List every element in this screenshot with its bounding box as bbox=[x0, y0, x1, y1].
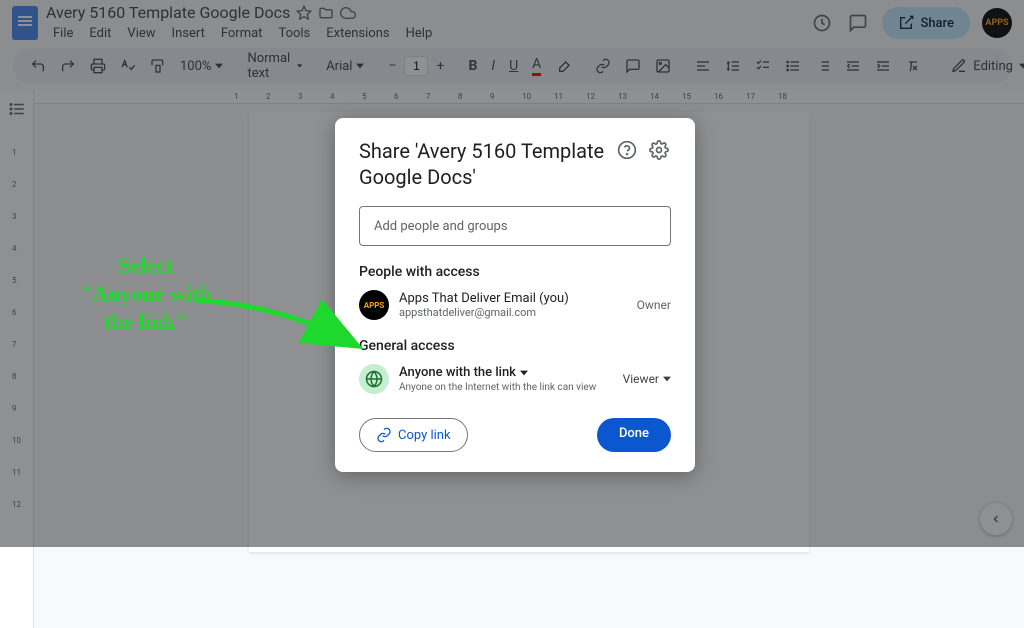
owner-row: APPS Apps That Deliver Email (you) appst… bbox=[359, 290, 671, 320]
viewer-role-select[interactable]: Viewer bbox=[623, 372, 671, 386]
annotation-arrow bbox=[190, 290, 365, 360]
owner-email: appsthatdeliver@gmail.com bbox=[399, 306, 627, 319]
help-icon[interactable] bbox=[615, 138, 639, 162]
dialog-title: Share 'Avery 5160 Template Google Docs' bbox=[359, 138, 607, 190]
done-button[interactable]: Done bbox=[597, 418, 671, 452]
add-people-input[interactable]: Add people and groups bbox=[359, 206, 671, 246]
globe-icon bbox=[359, 364, 389, 394]
people-access-label: People with access bbox=[359, 264, 671, 280]
owner-name: Apps That Deliver Email (you) bbox=[399, 291, 627, 306]
settings-icon[interactable] bbox=[647, 138, 671, 162]
general-access-label: General access bbox=[359, 338, 671, 354]
owner-role: Owner bbox=[637, 298, 671, 312]
copy-link-button[interactable]: Copy link bbox=[359, 418, 468, 452]
access-level-select[interactable]: Anyone with the link bbox=[399, 365, 613, 380]
access-description: Anyone on the Internet with the link can… bbox=[399, 382, 613, 393]
share-dialog: Share 'Avery 5160 Template Google Docs' … bbox=[335, 118, 695, 472]
